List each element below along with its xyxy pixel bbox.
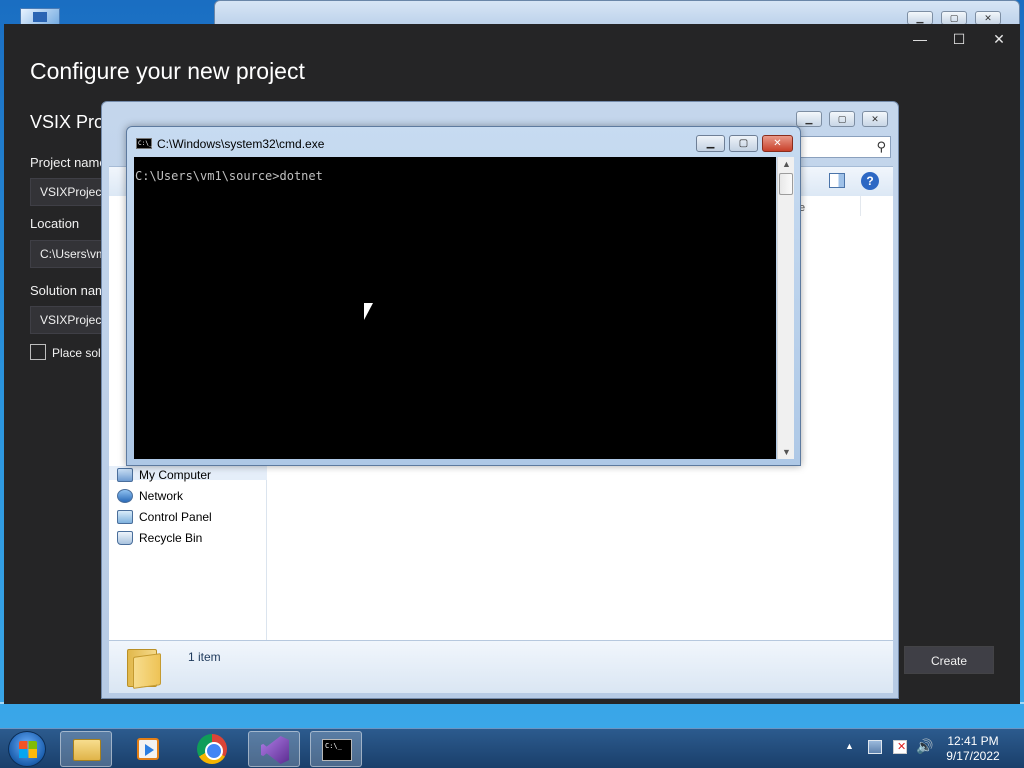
close-icon[interactable]: ✕ [975,11,1001,25]
chrome-icon [197,734,227,764]
taskbar-visual-studio[interactable] [248,731,300,767]
sidebar-item-recycle-bin[interactable]: Recycle Bin [117,531,203,545]
sidebar-item-label: Recycle Bin [139,531,203,545]
folder-icon [127,649,161,689]
volume-icon[interactable]: 🔊 [916,738,933,754]
console-output[interactable]: C:\Users\vm1\source>dotnet [134,157,776,459]
scroll-down-icon[interactable]: ▼ [782,447,791,457]
media-player-icon [137,738,159,760]
clock-time: 12:41 PM [947,734,999,748]
vs-maximize-icon[interactable]: ☐ [947,30,971,48]
sidebar-item-my-computer[interactable]: My Computer [117,468,212,482]
taskbar-explorer[interactable] [60,731,112,767]
taskbar-chrome[interactable] [186,731,238,767]
page-title: Configure your new project [30,58,305,84]
action-center-icon[interactable] [893,740,907,754]
sidebar-item-label: Control Panel [139,510,212,524]
create-button[interactable]: Create [904,646,994,674]
preview-pane-icon[interactable] [829,173,845,188]
project-type-heading: VSIX Pro [30,112,105,132]
scrollbar-thumb[interactable] [779,173,793,195]
place-solution-label: Place solu [52,346,108,360]
sidebar-item-label: Network [139,489,184,503]
details-pane: 1 item [109,640,893,693]
explorer-minimize-icon[interactable]: ▁ [796,111,822,127]
computer-icon [117,468,133,482]
start-button[interactable] [8,731,46,767]
solution-name-label: Solution nam [30,283,106,298]
mouse-cursor-icon [364,303,373,320]
cmd-icon: C:\_ [322,739,352,761]
place-solution-checkbox[interactable] [30,344,46,360]
visual-studio-icon [261,736,289,764]
location-label: Location [30,216,80,231]
taskbar: C:\_ ▲ 🔊 12:41 PM 9/17/2022 [0,728,1024,768]
close-icon[interactable]: ✕ [762,135,793,152]
vertical-scrollbar[interactable]: ▲ ▼ [777,157,794,459]
maximize-icon[interactable]: ▢ [729,135,758,152]
taskbar-cmd[interactable]: C:\_ [310,731,362,767]
scroll-up-icon[interactable]: ▲ [782,159,791,169]
project-name-label: Project name [30,155,107,170]
sidebar-item-label: My Computer [139,468,212,482]
help-icon[interactable]: ? [861,172,879,190]
sidebar-item-network[interactable]: Network [117,489,184,503]
network-icon [117,489,133,503]
minimize-icon[interactable]: ▁ [696,135,725,152]
sidebar-item-control-panel[interactable]: Control Panel [117,510,212,524]
search-icon[interactable]: ⚲ [876,139,886,155]
vs-close-icon[interactable]: ✕ [987,30,1011,48]
explorer-close-icon[interactable]: ✕ [862,111,888,127]
folder-icon [73,739,101,761]
windows-logo-icon [19,741,37,758]
network-icon[interactable] [868,740,882,754]
clock-date: 9/17/2022 [946,749,1000,763]
column-divider[interactable] [860,196,861,216]
explorer-maximize-icon[interactable]: ▢ [829,111,855,127]
recycle-bin-icon [117,531,133,545]
item-count: 1 item [188,650,221,664]
clock[interactable]: 12:41 PM 9/17/2022 [935,734,1011,764]
taskbar-media-player[interactable] [122,731,174,767]
show-hidden-icons-icon[interactable]: ▲ [845,741,854,751]
maximize-icon[interactable]: ▢ [941,11,967,25]
vs-minimize-icon[interactable]: — [908,30,932,48]
cmd-window: C:\_ C:\Windows\system32\cmd.exe ▁ ▢ ✕ C… [126,126,801,466]
window-title: C:\Windows\system32\cmd.exe [157,137,325,151]
minimize-icon[interactable]: ▁ [907,11,933,25]
cmd-icon[interactable]: C:\_ [136,138,152,149]
control-panel-icon [117,510,133,524]
search-input[interactable]: ⚲ [800,136,891,158]
